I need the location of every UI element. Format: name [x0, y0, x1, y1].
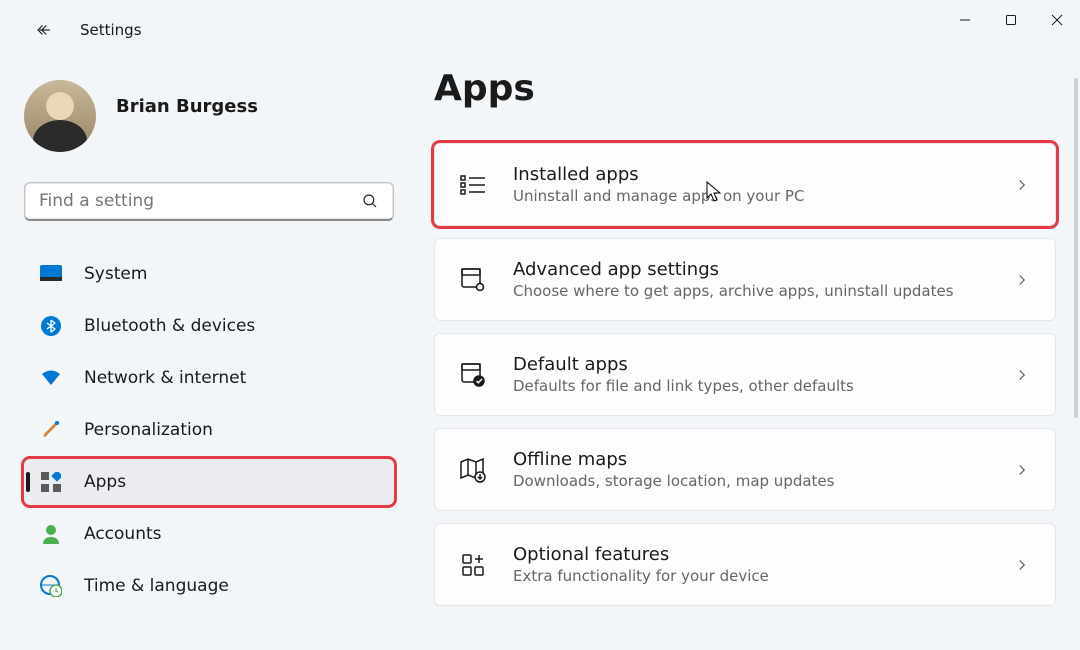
- sidebar-item-label: Personalization: [84, 420, 213, 440]
- main-content: Apps Installed apps Uninstall and manage…: [434, 60, 1056, 618]
- chevron-right-icon: [1013, 366, 1031, 384]
- avatar: [24, 80, 96, 152]
- minimize-button[interactable]: [942, 0, 988, 40]
- chevron-right-icon: [1013, 176, 1031, 194]
- nav: System Bluetooth & devices Network & int…: [24, 251, 394, 609]
- brush-icon: [40, 419, 62, 441]
- sidebar-item-label: Bluetooth & devices: [84, 316, 255, 336]
- card-subtitle: Uninstall and manage apps on your PC: [513, 187, 987, 205]
- sidebar-item-system[interactable]: System: [24, 251, 394, 297]
- card-offline-maps[interactable]: Offline maps Downloads, storage location…: [434, 428, 1056, 511]
- profile-name: Brian Burgess: [116, 96, 258, 117]
- card-title: Installed apps: [513, 164, 987, 185]
- sidebar-item-network[interactable]: Network & internet: [24, 355, 394, 401]
- chevron-right-icon: [1013, 461, 1031, 479]
- arrow-left-icon: [35, 21, 53, 39]
- card-subtitle: Defaults for file and link types, other …: [513, 377, 987, 395]
- sidebar-item-label: Time & language: [84, 576, 229, 596]
- map-download-icon: [459, 456, 487, 484]
- card-title: Default apps: [513, 354, 987, 375]
- sidebar-item-accounts[interactable]: Accounts: [24, 511, 394, 557]
- sidebar-item-label: Accounts: [84, 524, 162, 544]
- grid-plus-icon: [459, 551, 487, 579]
- search-box[interactable]: [24, 182, 394, 221]
- card-optional-features[interactable]: Optional features Extra functionality fo…: [434, 523, 1056, 606]
- list-icon: [459, 171, 487, 199]
- card-title: Advanced app settings: [513, 259, 987, 280]
- maximize-icon: [1005, 14, 1017, 26]
- wifi-icon: [40, 367, 62, 389]
- bluetooth-icon: [40, 315, 62, 337]
- card-subtitle: Downloads, storage location, map updates: [513, 472, 987, 490]
- maximize-button[interactable]: [988, 0, 1034, 40]
- page-title: Apps: [434, 68, 1056, 109]
- sidebar-item-bluetooth[interactable]: Bluetooth & devices: [24, 303, 394, 349]
- sidebar-item-personalization[interactable]: Personalization: [24, 407, 394, 453]
- card-default-apps[interactable]: Default apps Defaults for file and link …: [434, 333, 1056, 416]
- search-input[interactable]: [39, 191, 361, 211]
- sidebar-item-apps[interactable]: Apps: [24, 459, 394, 505]
- sidebar-item-time-language[interactable]: Time & language: [24, 563, 394, 609]
- search-icon: [361, 192, 379, 210]
- minimize-icon: [959, 14, 971, 26]
- card-subtitle: Extra functionality for your device: [513, 567, 987, 585]
- close-icon: [1051, 14, 1063, 26]
- sidebar-item-label: Apps: [84, 472, 126, 492]
- close-button[interactable]: [1034, 0, 1080, 40]
- scrollbar[interactable]: [1074, 78, 1078, 418]
- app-gear-icon: [459, 266, 487, 294]
- globe-clock-icon: [40, 575, 62, 597]
- system-icon: [40, 263, 62, 285]
- card-installed-apps[interactable]: Installed apps Uninstall and manage apps…: [434, 143, 1056, 226]
- sidebar-item-label: System: [84, 264, 147, 284]
- person-icon: [40, 523, 62, 545]
- back-button[interactable]: [24, 10, 64, 50]
- profile-email: [116, 117, 258, 137]
- card-advanced-app-settings[interactable]: Advanced app settings Choose where to ge…: [434, 238, 1056, 321]
- apps-icon: [40, 471, 62, 493]
- chevron-right-icon: [1013, 271, 1031, 289]
- sidebar: Brian Burgess System Bluetooth & devices…: [24, 60, 394, 618]
- card-title: Offline maps: [513, 449, 987, 470]
- profile-section[interactable]: Brian Burgess: [24, 80, 394, 152]
- chevron-right-icon: [1013, 556, 1031, 574]
- titlebar-label: Settings: [80, 21, 142, 39]
- card-title: Optional features: [513, 544, 987, 565]
- sidebar-item-label: Network & internet: [84, 368, 246, 388]
- app-check-icon: [459, 361, 487, 389]
- card-subtitle: Choose where to get apps, archive apps, …: [513, 282, 987, 300]
